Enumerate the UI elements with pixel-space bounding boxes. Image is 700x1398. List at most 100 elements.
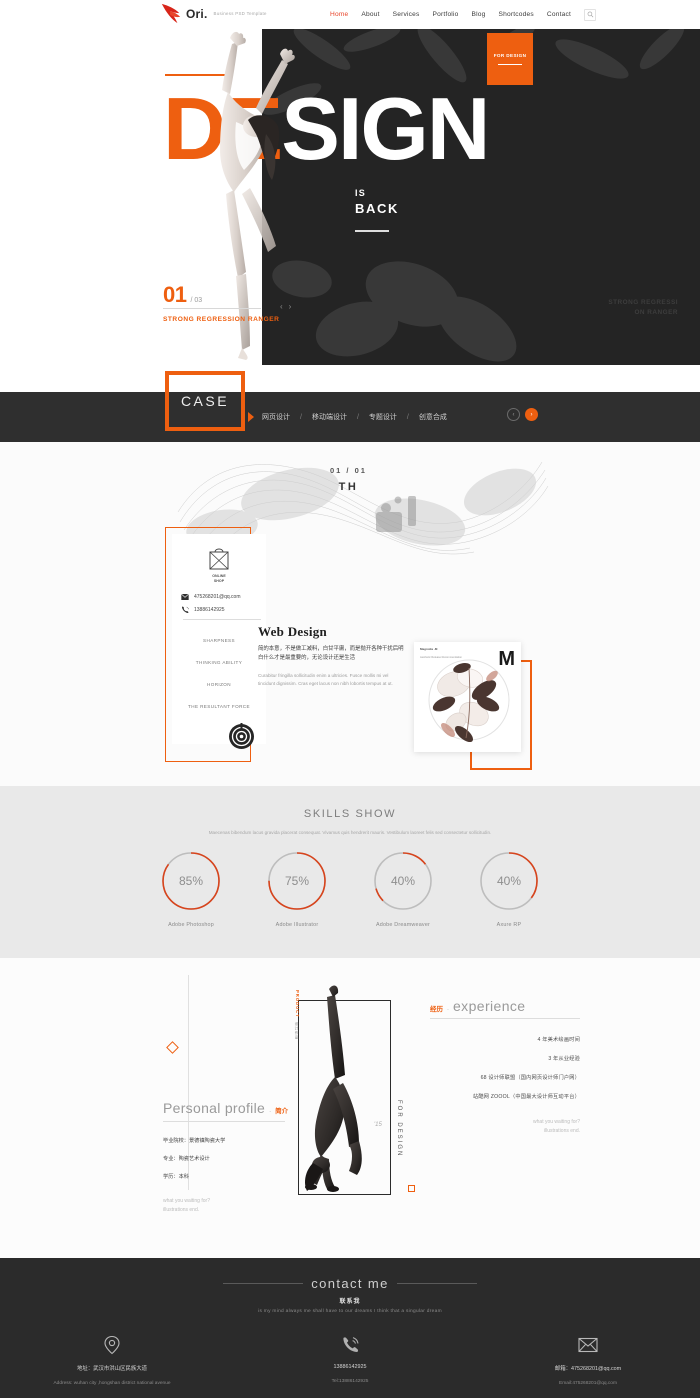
profile-item-1: 专业：陶瓷艺术设计 xyxy=(163,1155,210,1162)
contact-email-line1: 邮箱：475268201@qq.com xyxy=(554,1366,622,1372)
dancer-image xyxy=(220,31,295,360)
experience-item-1: 3 年从业经验 xyxy=(548,1056,580,1062)
hero-next-icon[interactable]: › xyxy=(289,302,292,311)
experience-footer-line1: what you waiting for? xyxy=(533,1119,580,1125)
nav-item-services[interactable]: Services xyxy=(393,11,420,18)
nav-item-home[interactable]: Home xyxy=(330,11,348,18)
hero-badge-label: FOR DESIGN xyxy=(493,52,527,58)
shop-label-line2: SHOP xyxy=(213,579,225,583)
hero-slide-number: 01 xyxy=(163,282,187,307)
contact-column-address: 地址：武汉市洪山区民族大道 Address: wuhan city ,hongs… xyxy=(37,1332,187,1386)
profile-footer-line2: illustrations end. xyxy=(163,1207,200,1213)
phone-icon xyxy=(343,1337,359,1352)
search-button[interactable] xyxy=(584,8,596,21)
envelope-icon xyxy=(181,593,189,600)
mcard-top-sub: Aesthetic Release Recommendation xyxy=(420,656,462,659)
contact-section: contact me 联系我 is my mind always me shal… xyxy=(0,1258,700,1398)
case-next-button[interactable]: › xyxy=(525,408,538,421)
skill-item: 40% Axure RP xyxy=(475,850,543,928)
skill-item: 85% Adobe Photoshop xyxy=(157,850,225,928)
experience-en: experience xyxy=(453,998,526,1014)
nav-item-shortcodes[interactable]: Shortcodes xyxy=(499,11,534,18)
case-prev-button[interactable]: ‹ xyxy=(507,408,520,421)
contact-heading: contact me xyxy=(0,1276,700,1291)
web-design-section: 01 / 01 TH ONLINE SHOP 475268201@qq.com … xyxy=(0,442,700,786)
profile-en: Personal profile xyxy=(163,1100,266,1116)
experience-footer: what you waiting for? illustrations end. xyxy=(430,1118,580,1136)
skill-name: Adobe Illustrator xyxy=(275,922,319,928)
contact-email-line2: Email:475268201@qq.com xyxy=(559,1381,617,1386)
case-cat-web[interactable]: 网页设计 xyxy=(262,412,290,422)
contact-title-cn: 联系我 xyxy=(339,1299,361,1305)
wd-divider xyxy=(183,619,261,620)
hero-slide-total: / 03 xyxy=(190,297,203,304)
case-categories[interactable]: 网页设计 / 移动端设计 / 专题设计 / 创意合成 xyxy=(262,392,447,442)
skills-subtitle: Maecenas bibendum lacus gravida placerat… xyxy=(208,830,492,835)
wd-counter-top: 01 / 01 xyxy=(330,466,367,475)
experience-item-3: 站酷网 ZOOOL（中国最大设计师互动平台） xyxy=(472,1094,580,1100)
mcard-letter: M xyxy=(498,648,515,670)
hero-subtitle-line2: BACK xyxy=(355,201,399,216)
target-icon xyxy=(229,723,254,749)
profile-vertical-left-text: PRODUCT 设计作品 xyxy=(288,990,306,1040)
skill-name: Adobe Photoshop xyxy=(168,922,214,928)
personal-profile-block: Personal profile · 简介 毕业院校：景德镇陶瓷大学 专业：陶瓷… xyxy=(163,1100,323,1215)
case-cat-mobile[interactable]: 移动端设计 xyxy=(312,412,347,422)
skill-ring: 40% xyxy=(372,850,434,912)
hero-prev-icon[interactable]: ‹ xyxy=(280,302,283,311)
wd-email-row: 475268201@qq.com xyxy=(181,593,260,601)
experience-block: 经历 · experience 4 年美术绘画时间 3 年从业经验 68 设计师… xyxy=(430,998,580,1136)
contact-rule-left xyxy=(223,1283,304,1284)
mcard-top-title: Magnolia ·M xyxy=(420,647,438,651)
wd-phone-row: 13886142925 xyxy=(181,606,260,614)
skill-ring: 85% xyxy=(160,850,222,912)
shopping-bag-icon xyxy=(209,548,229,570)
wd-lorem-text: Curabitur fringilla sollicitudin enim a … xyxy=(258,673,393,686)
logo[interactable]: Ori. Business PSD Template xyxy=(160,2,267,26)
wd-title: Web Design xyxy=(258,624,328,639)
hero-slider-arrows[interactable]: ‹ › xyxy=(280,302,291,311)
experience-dot: · xyxy=(447,1007,449,1013)
bird-logo-icon xyxy=(161,3,181,24)
case-cat-topic[interactable]: 专题设计 xyxy=(369,412,397,422)
experience-cn: 经历 xyxy=(430,1006,443,1013)
nav-item-portfolio[interactable]: Portfolio xyxy=(433,11,459,18)
experience-footer-line2: illustrations end. xyxy=(543,1128,580,1134)
contact-columns: 地址：武汉市洪山区民族大道 Address: wuhan city ,hongs… xyxy=(0,1332,700,1386)
nav-item-about[interactable]: About xyxy=(361,11,379,18)
case-cat-creative[interactable]: 创意合成 xyxy=(419,412,447,422)
logo-tagline: Business PSD Template xyxy=(213,11,267,16)
logo-text: Ori. xyxy=(186,7,208,21)
contact-column-email: 邮箱：475268201@qq.com Email:475268201@qq.c… xyxy=(513,1332,663,1386)
skill-name: Adobe Dreamweaver xyxy=(375,922,431,928)
wd-keyword-list: SHARPNESS THINKING ABILITY HORIZON THE R… xyxy=(178,629,260,717)
nav-item-blog[interactable]: Blog xyxy=(472,11,486,18)
case-sep-3: / xyxy=(406,413,409,421)
contact-phone-icon-wrap xyxy=(275,1332,425,1358)
contact-column-phone: 13886142925 Tel:13886142925 xyxy=(275,1332,425,1386)
case-nav-buttons[interactable]: ‹ › xyxy=(507,408,538,421)
wd-contact-list: 475268201@qq.com 13886142925 xyxy=(178,593,261,620)
location-pin-icon xyxy=(104,1335,120,1355)
search-icon xyxy=(587,11,593,18)
shop-label: ONLINE SHOP xyxy=(178,574,260,584)
nav-item-contact[interactable]: Contact xyxy=(547,11,571,18)
hero-caption: STRONG REGRESSION RANGER xyxy=(163,316,280,323)
main-nav[interactable]: Home About Services Portfolio Blog Short… xyxy=(330,0,596,29)
experience-heading: 经历 · experience xyxy=(430,998,580,1014)
envelope-icon xyxy=(578,1337,598,1353)
skill-percent: 40% xyxy=(496,874,522,888)
skill-percent: 75% xyxy=(284,874,310,888)
wd-keyword-1: THINKING ABILITY xyxy=(195,659,243,665)
wd-phone-text: 13886142925 xyxy=(194,607,225,613)
magnolia-card[interactable]: Magnolia ·M Aesthetic Release Recommenda… xyxy=(414,642,521,752)
experience-list: 4 年美术绘画时间 3 年从业经验 68 设计师联盟（国内网页设计师门户网） 站… xyxy=(430,1030,580,1106)
profile-rule xyxy=(163,1121,285,1122)
skill-item: 40% Adobe Dreamweaver xyxy=(369,850,437,928)
profile-item-0: 毕业院校：景德镇陶瓷大学 xyxy=(163,1137,226,1144)
hero-badge[interactable]: FOR DESIGN xyxy=(487,33,533,85)
site-header: Ori. Business PSD Template Home About Se… xyxy=(0,0,700,29)
case-label: CASE xyxy=(180,393,230,409)
case-arrow-icon xyxy=(248,412,254,422)
skill-item: 75% Adobe Illustrator xyxy=(263,850,331,928)
